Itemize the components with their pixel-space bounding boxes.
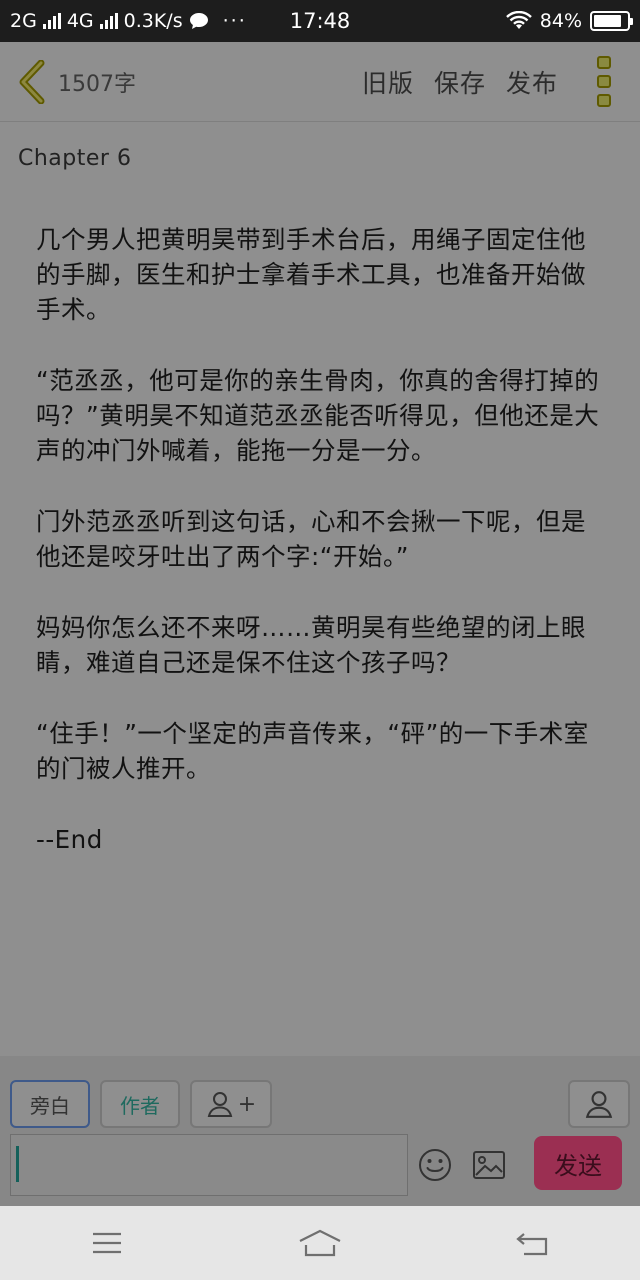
menu-nav-button[interactable] bbox=[67, 1213, 147, 1273]
signal-icon bbox=[42, 13, 61, 29]
word-count: 1507字 bbox=[58, 71, 136, 97]
home-nav-button[interactable] bbox=[280, 1213, 360, 1273]
image-button[interactable] bbox=[472, 1150, 506, 1180]
chapter-content[interactable]: 几个男人把黄明昊带到手术台后，用绳子固定住他的手脚，医生和护士拿着手术工具，也准… bbox=[36, 222, 610, 893]
more-dot-icon bbox=[597, 94, 611, 107]
chapter-title: Chapter 6 bbox=[18, 146, 132, 171]
battery-percent: 84% bbox=[539, 10, 582, 32]
chat-bubble-icon bbox=[189, 13, 208, 29]
send-button[interactable]: 发送 bbox=[534, 1136, 622, 1190]
add-role-button[interactable]: + bbox=[190, 1080, 272, 1128]
paragraph[interactable]: “住手！”一个坚定的声音传来，“砰”的一下手术室的门被人推开。 bbox=[36, 716, 610, 786]
user-icon bbox=[207, 1092, 233, 1117]
battery-icon bbox=[590, 11, 633, 31]
paragraph[interactable]: “范丞丞，他可是你的亲生骨肉，你真的舍得打掉的吗？”黄明昊不知道范丞丞能否听得见… bbox=[36, 363, 610, 468]
more-dot-icon bbox=[597, 56, 611, 69]
editor-header: 1507字 旧版 保存 发布 bbox=[0, 42, 640, 122]
old-version-button[interactable]: 旧版 bbox=[362, 64, 414, 100]
network-type-4g: 4G bbox=[66, 10, 94, 32]
publish-button[interactable]: 发布 bbox=[506, 64, 558, 100]
network-speed: 0.3K/s bbox=[123, 10, 183, 32]
system-nav-bar bbox=[0, 1206, 640, 1280]
network-type-2g: 2G bbox=[10, 10, 37, 32]
message-input[interactable] bbox=[10, 1134, 408, 1196]
emoji-button[interactable] bbox=[418, 1148, 452, 1182]
paragraph-end[interactable]: --End bbox=[36, 822, 610, 857]
signal-icon-2 bbox=[99, 13, 118, 29]
more-menu-button[interactable] bbox=[584, 42, 624, 122]
role-selector: 旁白 作者 + bbox=[10, 1080, 272, 1128]
paragraph[interactable]: 妈妈你怎么还不来呀……黄明昊有些绝望的闭上眼睛，难道自己还是保不住这个孩子吗？ bbox=[36, 610, 610, 680]
author-role-button[interactable]: 作者 bbox=[100, 1080, 180, 1128]
smile-icon bbox=[419, 1149, 451, 1181]
more-dot-icon bbox=[597, 75, 611, 88]
chevron-left-icon bbox=[19, 59, 45, 104]
character-avatar-button[interactable] bbox=[568, 1080, 630, 1128]
paragraph[interactable]: 门外范丞丞听到这句话，心和不会揪一下呢，但是他还是咬牙吐出了两个字:“开始。” bbox=[36, 504, 610, 574]
menu-icon bbox=[92, 1232, 121, 1254]
back-nav-button[interactable] bbox=[493, 1213, 573, 1273]
status-left: 2G 4G 0.3K/s ··· bbox=[10, 10, 270, 32]
battery-fill bbox=[594, 15, 621, 27]
header-actions: 旧版 保存 发布 bbox=[362, 64, 558, 100]
image-icon bbox=[473, 1151, 505, 1179]
back-button[interactable] bbox=[4, 42, 60, 122]
wifi-icon bbox=[505, 11, 532, 29]
text-caret bbox=[16, 1146, 19, 1182]
plus-icon: + bbox=[237, 1091, 257, 1117]
paragraph[interactable]: 几个男人把黄明昊带到手术台后，用绳子固定住他的手脚，医生和护士拿着手术工具，也准… bbox=[36, 222, 610, 327]
save-button[interactable]: 保存 bbox=[434, 64, 486, 100]
home-icon bbox=[299, 1229, 341, 1257]
status-bar: 2G 4G 0.3K/s ··· 17:48 84% bbox=[0, 0, 640, 42]
status-right: 84% bbox=[505, 10, 633, 32]
return-icon bbox=[516, 1233, 548, 1256]
composer-bar: 旁白 作者 + 发送 bbox=[0, 1056, 640, 1206]
narration-role-button[interactable]: 旁白 bbox=[10, 1080, 90, 1128]
user-icon bbox=[585, 1091, 613, 1118]
status-more-dots: ··· bbox=[222, 10, 247, 32]
